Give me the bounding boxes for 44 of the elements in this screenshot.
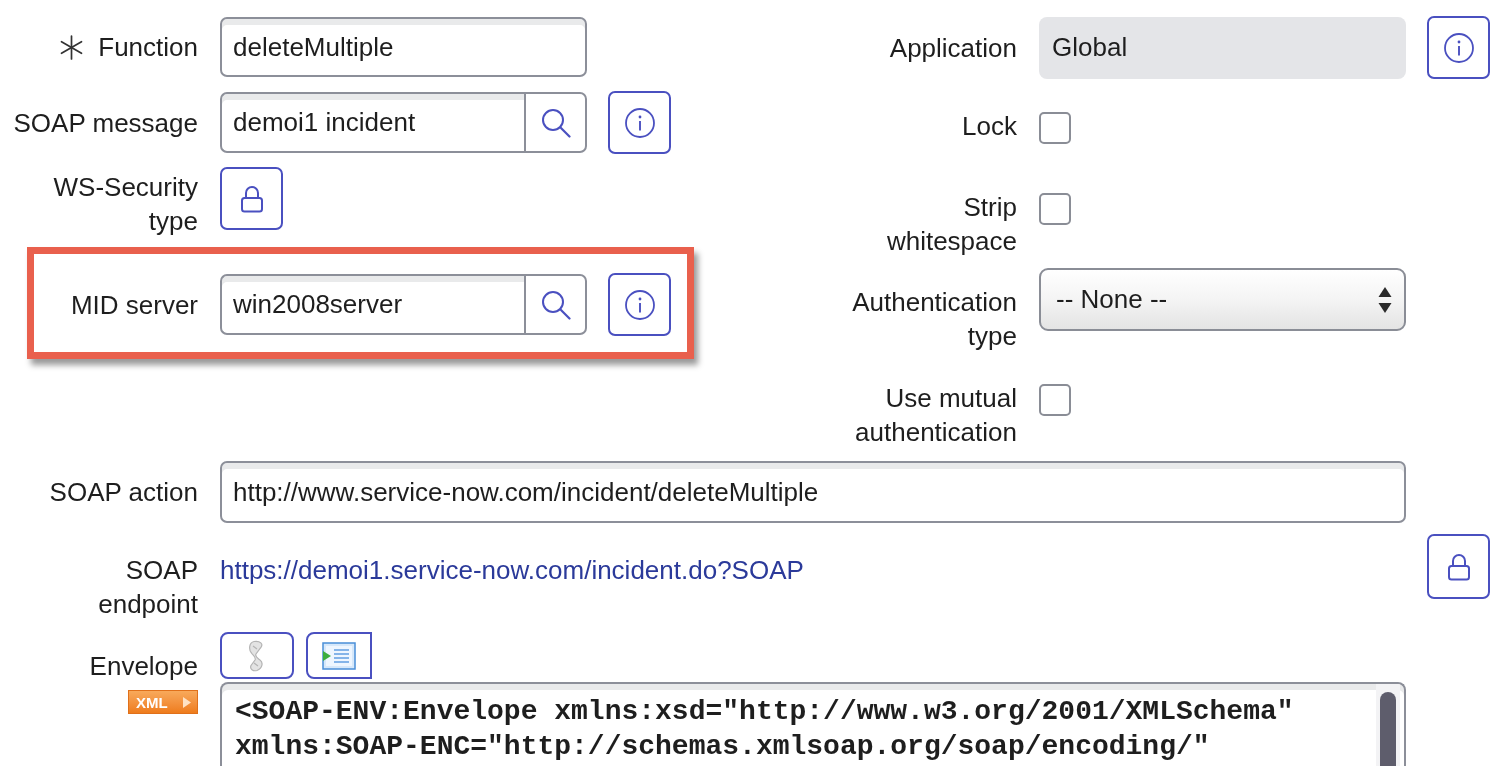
field-label: Function [98,31,198,64]
field-label: Application [889,31,1017,65]
document-icon [322,641,356,670]
field-label: Strip whitespace [885,191,1017,258]
scrollbar[interactable] [1376,684,1400,766]
input-field[interactable]: http://www.service-now.com/incident/deleteMultiple [220,461,1406,523]
dropdown[interactable]: -- None -- [1039,268,1406,331]
search-icon [540,107,571,138]
envelope-editor[interactable]: <SOAP-ENV:Envelope xmlns:xsd="http://www.w3.org/2001/XMLSchema" xmlns:SOAP-ENC="http://schemas.xmlsoap.org/soap/encoding/" [220,682,1406,766]
info-button[interactable] [608,91,671,154]
lock-icon [239,184,264,213]
info-icon [1443,32,1474,63]
checkbox[interactable] [1039,112,1071,144]
sort-arrows-icon [1378,285,1392,314]
endpoint-link[interactable]: https://demoi1.service-now.com/incident.do?SOAP [220,555,804,585]
input-field[interactable]: win2008server [220,274,524,335]
search-icon [540,289,571,320]
field-label: SOAP endpoint [97,554,198,621]
checkbox[interactable] [1039,384,1071,416]
field-label: Use mutual authentication [854,382,1017,449]
read-only-field[interactable]: Global [1039,16,1406,79]
field-label: SOAP action [49,476,198,509]
info-icon [624,107,655,138]
search-button[interactable] [524,274,587,335]
document-button[interactable] [306,632,372,679]
input-field[interactable]: deleteMultiple [220,17,587,77]
info-button[interactable] [608,273,671,336]
field-label: Lock [962,110,1017,143]
lock-button[interactable] [1427,534,1490,599]
lock-button[interactable] [220,167,283,230]
script-button[interactable] [220,632,294,679]
info-icon [624,289,655,320]
info-button[interactable] [1427,16,1490,79]
field-label: MID server [70,288,198,322]
field-label: Authentication type [851,286,1017,353]
field-label: SOAP message [13,106,198,140]
scrollbar-thumb[interactable] [1380,692,1396,766]
field-label: WS-Security type [52,171,198,238]
field-label: Envelope [89,650,198,683]
search-button[interactable] [524,92,587,153]
triangle-icon [183,696,191,708]
input-field[interactable]: demoi1 incident [220,92,524,153]
checkbox[interactable] [1039,193,1071,225]
lock-icon [1446,552,1471,581]
